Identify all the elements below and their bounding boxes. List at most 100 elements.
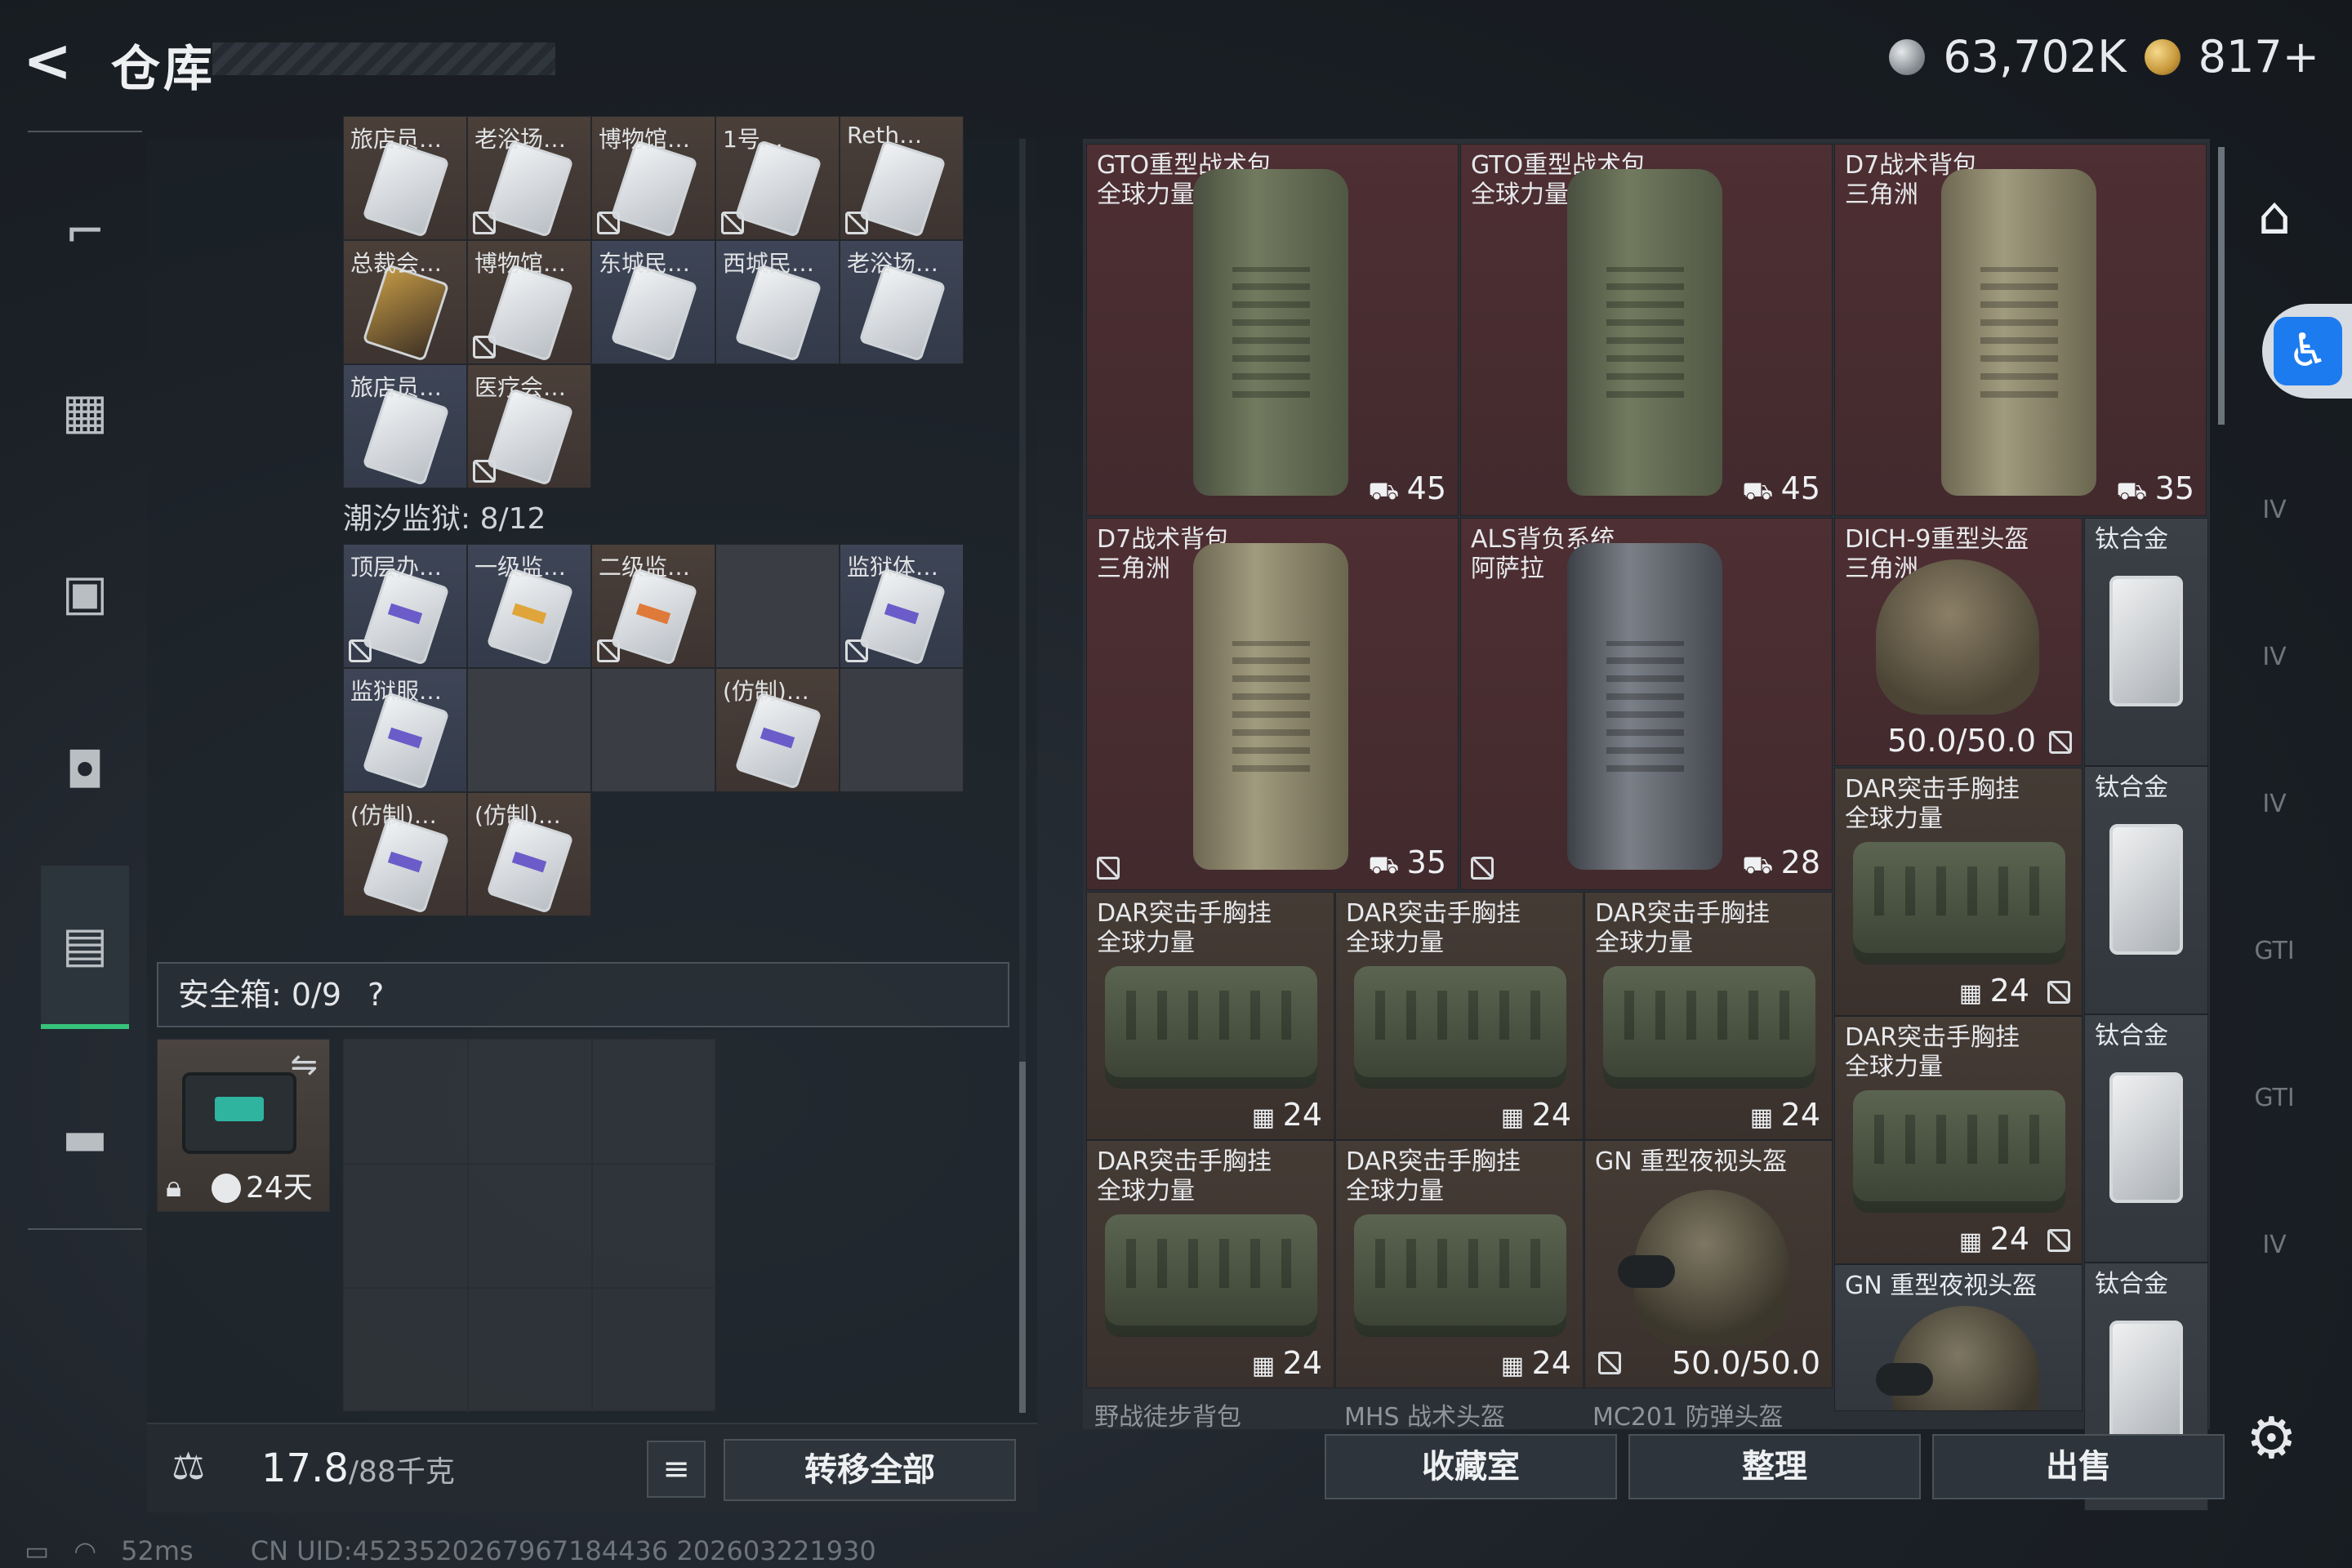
empty-slot[interactable] bbox=[715, 544, 840, 668]
empty-slot[interactable] bbox=[840, 668, 964, 792]
safebox-case[interactable]: ⇋ 🔒︎ 24天 bbox=[157, 1039, 330, 1212]
backpack-item[interactable]: GTO重型战术包 全球力量 ⛟ 45 bbox=[1460, 144, 1833, 516]
safebox-slots[interactable] bbox=[343, 1039, 716, 1412]
warehouse-icon[interactable]: ⌂ bbox=[2238, 180, 2311, 253]
keycard-icon bbox=[610, 140, 698, 238]
backpack-item[interactable]: GTO重型战术包 全球力量 ⛟ 45 bbox=[1086, 144, 1459, 516]
keycard-item[interactable]: 博物馆… bbox=[467, 240, 591, 364]
keycard-icon bbox=[610, 568, 698, 666]
vest-image bbox=[1354, 1214, 1566, 1337]
item-name: DAR突击手胸挂 全球力量 bbox=[1595, 899, 1770, 957]
keycard-label: 老浴场… bbox=[474, 126, 567, 153]
case-icon[interactable]: ▤ bbox=[41, 866, 129, 1029]
nvg-helmet-item[interactable]: GN 重型夜视头盔 50.0/50.0 bbox=[1584, 1140, 1833, 1388]
vest-item[interactable]: DAR突击手胸挂 全球力量 ▦ 24 bbox=[1834, 1016, 2082, 1264]
item-name: GN 重型夜视头盔 bbox=[1595, 1147, 1788, 1176]
toolbox-icon[interactable]: ▬ bbox=[42, 1096, 127, 1181]
keycard-item[interactable]: 医疗会… bbox=[467, 364, 591, 488]
collection-room-button[interactable]: 收藏室 bbox=[1325, 1434, 1617, 1499]
keycard-item[interactable]: 总裁会… bbox=[343, 240, 467, 364]
vest-item[interactable]: DAR突击手胸挂 全球力量 ▦ 24 bbox=[1086, 1140, 1334, 1388]
item-name: DAR突击手胸挂 全球力量 bbox=[1097, 1147, 1272, 1205]
keycard-item[interactable]: 旅店员… bbox=[343, 116, 467, 240]
titanium-plate-item[interactable]: 钛合金 bbox=[2084, 1014, 2208, 1263]
vest-icon[interactable]: ▦ bbox=[42, 369, 127, 454]
category-tab-icon[interactable]: IV bbox=[2238, 768, 2311, 841]
vest-item[interactable]: DAR突击手胸挂 全球力量 ▦ 24 bbox=[1335, 892, 1584, 1140]
keycard-item[interactable]: (仿制)… bbox=[715, 668, 840, 792]
backpack-item[interactable]: ALS背负系统 阿萨拉 ⛟ 28 bbox=[1460, 518, 1833, 890]
weight-icon: ⚖ bbox=[172, 1444, 206, 1488]
vest-item[interactable]: DAR突击手胸挂 全球力量 ▦ 24 bbox=[1335, 1140, 1584, 1388]
vest-image bbox=[1105, 966, 1317, 1089]
keycard-item[interactable]: 西城民… bbox=[715, 240, 840, 364]
keycard-item[interactable]: Reth… bbox=[840, 116, 964, 240]
gun-icon[interactable]: ⌐ bbox=[42, 189, 127, 274]
accessibility-button[interactable]: ♿︎ bbox=[2262, 304, 2352, 399]
keycard-item[interactable]: 博物馆… bbox=[591, 116, 715, 240]
vest-item[interactable]: DAR突击手胸挂 全球力量 ▦ 24 bbox=[1086, 892, 1334, 1140]
list-view-button[interactable]: ≡ bbox=[647, 1441, 706, 1498]
keycard-item[interactable]: (仿制)… bbox=[467, 792, 591, 916]
keycard-icon bbox=[734, 264, 822, 362]
storage-scrollbar[interactable] bbox=[2218, 147, 2225, 425]
keycard-label: 一级监… bbox=[474, 554, 567, 581]
vest-item[interactable]: DAR突击手胸挂 全球力量 ▦ 24 bbox=[1584, 892, 1833, 1140]
sell-button[interactable]: 出售 bbox=[1932, 1434, 2225, 1499]
ping-text: 52ms bbox=[121, 1535, 194, 1566]
category-tab-icon[interactable]: IV bbox=[2238, 1209, 2311, 1282]
keycard-item[interactable]: 东城民… bbox=[591, 240, 715, 364]
help-icon[interactable]: ? bbox=[368, 977, 384, 1013]
keycard-item[interactable]: 一级监… bbox=[467, 544, 591, 668]
back-arrow-icon[interactable]: < bbox=[23, 28, 88, 93]
keycard-item[interactable]: 老浴场… bbox=[467, 116, 591, 240]
silver-coin-icon bbox=[1889, 38, 1926, 75]
category-tab-icon[interactable]: GTI bbox=[2238, 1062, 2311, 1135]
keycard-label: (仿制)… bbox=[723, 678, 809, 705]
bag-icon[interactable]: ◘ bbox=[42, 728, 127, 813]
count-value: 24 bbox=[1989, 973, 2029, 1009]
sort-button[interactable]: 整理 bbox=[1628, 1434, 1921, 1499]
keycard-item[interactable]: 老浴场… bbox=[840, 240, 964, 364]
vest-item[interactable]: DAR突击手胸挂 全球力量 ▦ 24 bbox=[1834, 768, 2082, 1016]
keycard-label: 顶层办… bbox=[350, 554, 443, 581]
keycard-item[interactable]: 1号… bbox=[715, 116, 840, 240]
capacity-icon: ⛟ bbox=[1742, 477, 1781, 506]
titanium-label: 钛合金 bbox=[2095, 1270, 2168, 1298]
empty-slot[interactable] bbox=[591, 668, 715, 792]
keycard-item[interactable]: 顶层办… bbox=[343, 544, 467, 668]
category-tab-icon[interactable]: IV bbox=[2238, 621, 2311, 694]
titanium-plate-item[interactable]: 钛合金 bbox=[2084, 766, 2208, 1014]
no-insurance-icon bbox=[1097, 857, 1120, 880]
category-tab-icon[interactable]: IV bbox=[2238, 474, 2311, 547]
item-count: ⛟ 45 bbox=[1742, 470, 1820, 509]
keycard-item[interactable]: 二级监… bbox=[591, 544, 715, 668]
slots-icon: ▦ bbox=[1251, 1352, 1283, 1380]
nvg-helmet-item[interactable]: GN 重型夜视头盔 bbox=[1834, 1264, 2082, 1411]
partial-item-label: 野战徒步背包 bbox=[1094, 1403, 1241, 1432]
left-scrollbar[interactable] bbox=[1019, 139, 1026, 1413]
swap-icon[interactable]: ⇋ bbox=[290, 1046, 318, 1084]
title-decoration bbox=[212, 42, 555, 75]
left-scroll-thumb[interactable] bbox=[1019, 1062, 1026, 1413]
category-tab-icon[interactable]: GTI bbox=[2238, 915, 2311, 988]
titanium-plate-item[interactable]: 钛合金 bbox=[2084, 518, 2208, 766]
empty-slot[interactable] bbox=[467, 668, 591, 792]
gold-amount[interactable]: 817+ bbox=[2198, 31, 2319, 82]
helmet-item[interactable]: DICH-9重型头盔 三角洲 50.0/50.0 bbox=[1834, 518, 2082, 766]
backpack-icon[interactable]: ▣ bbox=[42, 550, 127, 635]
transfer-all-button[interactable]: 转移全部 bbox=[724, 1439, 1016, 1501]
backpack-item[interactable]: D7战术背包 三角洲 ⛟ 35 bbox=[1086, 518, 1459, 890]
keycard-item[interactable]: (仿制)… bbox=[343, 792, 467, 916]
settings-gear-icon[interactable]: ⚙ bbox=[2246, 1405, 2297, 1472]
keycard-item[interactable]: 监狱体… bbox=[840, 544, 964, 668]
nav-divider bbox=[28, 131, 142, 132]
backpack-item[interactable]: D7战术背包 三角洲 ⛟ 35 bbox=[1834, 144, 2207, 516]
count-value: 45 bbox=[1780, 470, 1820, 506]
keycard-item[interactable]: 监狱服… bbox=[343, 668, 467, 792]
keycard-icon bbox=[486, 264, 574, 362]
item-name: DAR突击手胸挂 全球力量 bbox=[1097, 899, 1272, 957]
keycard-item[interactable]: 旅店员… bbox=[343, 364, 467, 488]
keycard-icon bbox=[610, 264, 698, 362]
plate-image bbox=[2109, 1321, 2183, 1451]
